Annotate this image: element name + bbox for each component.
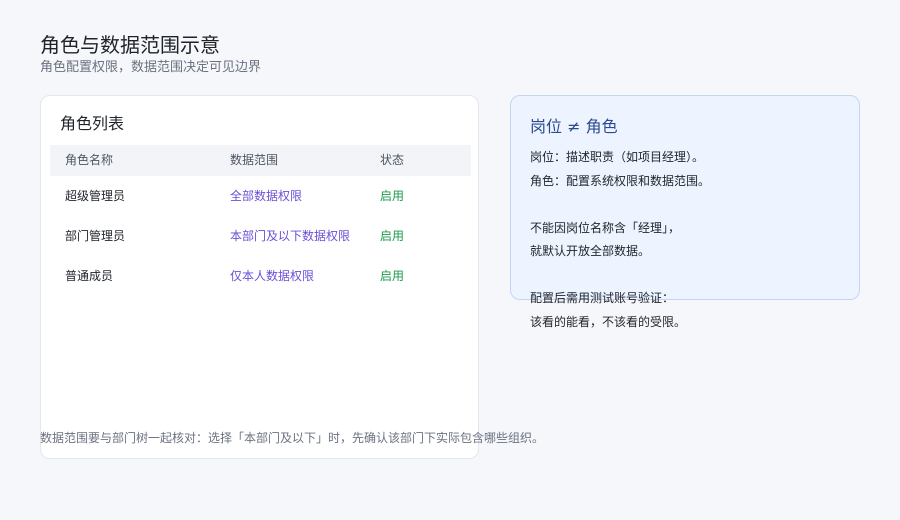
info-line-blank bbox=[530, 264, 860, 288]
column-header-role-name: 角色名称 bbox=[65, 153, 114, 167]
table-row[interactable]: 超级管理员 全部数据权限 启用 bbox=[50, 176, 471, 216]
info-line: 配置后需用测试账号验证： bbox=[530, 291, 675, 305]
roles-card-title: 角色列表 bbox=[60, 114, 125, 133]
table-header: 角色名称 数据范围 状态 bbox=[50, 145, 471, 176]
role-name-cell: 部门管理员 bbox=[65, 229, 126, 243]
table-row[interactable]: 普通成员 仅本人数据权限 启用 bbox=[50, 256, 471, 296]
column-header-status: 状态 bbox=[380, 153, 405, 167]
info-card-text: 岗位：描述职责（如项目经理）。 角色：配置系统权限和数据范围。 不能因岗位名称含… bbox=[530, 146, 860, 334]
column-header-data-scope: 数据范围 bbox=[230, 153, 279, 167]
page-title: 角色与数据范围示意 bbox=[40, 33, 220, 57]
roles-table: 角色名称 数据范围 状态 超级管理员 全部数据权限 启用 部门管理员 本部门及以… bbox=[50, 145, 471, 296]
info-line: 该看的能看，不该看的受限。 bbox=[530, 314, 687, 329]
info-line: 岗位：描述职责（如项目经理）。 bbox=[530, 150, 705, 164]
status-cell: 启用 bbox=[380, 229, 405, 243]
info-line-blank bbox=[530, 193, 860, 217]
status-cell: 启用 bbox=[380, 189, 405, 203]
info-line: 不能因岗位名称含「经理」， bbox=[530, 220, 681, 235]
footer-note: 数据范围要与部门树一起核对：选择「本部门及以下」时，先确认该部门下实际包含哪些组… bbox=[40, 431, 545, 445]
info-card-title: 岗位 ≠ 角色 bbox=[530, 117, 618, 136]
role-name-cell: 超级管理员 bbox=[65, 189, 126, 203]
table-row[interactable]: 部门管理员 本部门及以下数据权限 启用 bbox=[50, 216, 471, 256]
page-subtitle: 角色配置权限，数据范围决定可见边界 bbox=[40, 60, 262, 75]
roles-card: 角色列表 角色名称 数据范围 状态 超级管理员 全部数据权限 启用 部门管理员 … bbox=[40, 95, 479, 459]
data-scope-cell: 全部数据权限 bbox=[230, 189, 303, 203]
role-name-cell: 普通成员 bbox=[65, 269, 114, 283]
info-line: 角色：配置系统权限和数据范围。 bbox=[530, 173, 711, 188]
info-line: 就默认开放全部数据。 bbox=[530, 244, 651, 258]
data-scope-cell: 仅本人数据权限 bbox=[230, 269, 315, 283]
status-cell: 启用 bbox=[380, 269, 405, 283]
data-scope-cell: 本部门及以下数据权限 bbox=[230, 229, 351, 243]
